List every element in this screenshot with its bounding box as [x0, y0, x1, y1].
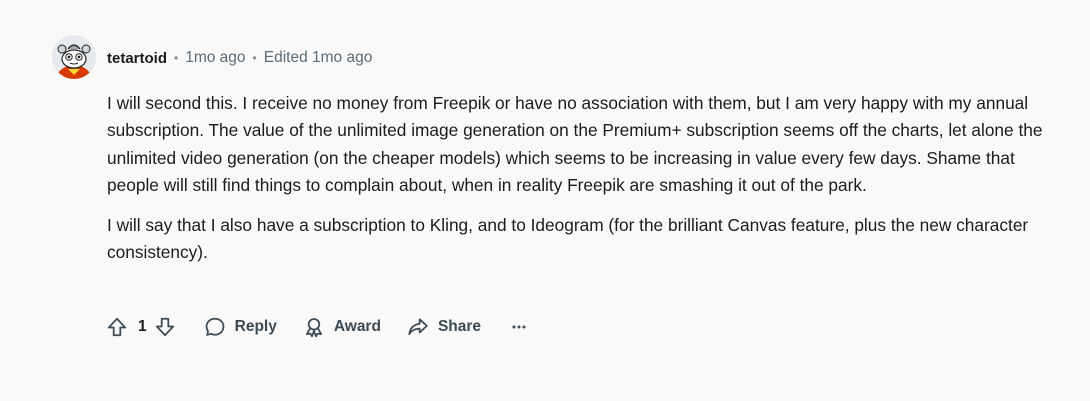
award-label: Award — [333, 318, 381, 335]
vote-score: 1 — [138, 318, 147, 335]
avatar[interactable] — [52, 35, 96, 79]
speech-bubble-icon — [205, 317, 224, 336]
downvote-button[interactable] — [152, 314, 178, 340]
posted-time[interactable]: 1mo ago — [185, 49, 245, 67]
ellipsis-icon — [512, 325, 526, 329]
downvote-arrow-icon — [155, 317, 174, 337]
comment: tetartoid • 1mo ago • Edited 1mo ago I w… — [0, 0, 1090, 401]
more-options-button[interactable] — [509, 317, 529, 337]
comment-paragraph: I will second this. I receive no money f… — [107, 93, 1043, 195]
award-button[interactable]: Award — [303, 316, 381, 338]
reply-label: Reply — [234, 318, 277, 335]
upvote-arrow-icon — [107, 317, 127, 337]
upvote-button[interactable] — [104, 314, 130, 340]
snoo-avatar-icon — [52, 35, 96, 79]
author-username[interactable]: tetartoid — [107, 50, 167, 67]
share-label: Share — [437, 318, 482, 335]
comment-paragraph: I will say that I also have a subscripti… — [107, 215, 1029, 263]
reply-button[interactable]: Reply — [204, 316, 277, 338]
share-button[interactable]: Share — [407, 316, 481, 338]
comment-actions: 1 Reply Award Share — [104, 313, 529, 341]
comment-body: I will second this. I receive no money f… — [107, 90, 1057, 280]
meta-separator: • — [174, 51, 179, 65]
edited-time: Edited 1mo ago — [263, 49, 373, 66]
vote-controls: 1 — [104, 314, 178, 340]
share-arrow-icon — [408, 318, 428, 336]
award-ribbon-icon — [305, 318, 322, 338]
meta-separator: • — [252, 51, 257, 65]
comment-meta: tetartoid • 1mo ago • Edited 1mo ago — [107, 47, 372, 69]
